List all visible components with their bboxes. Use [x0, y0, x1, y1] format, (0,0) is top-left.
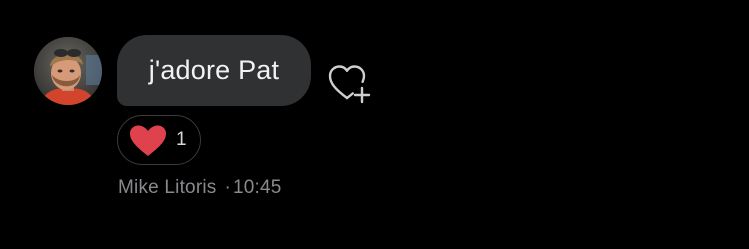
- avatar-photo: [34, 37, 102, 105]
- message-row: j'adore Pat 1 Mike Litoris · 10:45: [0, 0, 749, 249]
- heart-plus-icon: [328, 65, 371, 104]
- sender-name[interactable]: Mike Litoris: [118, 177, 216, 198]
- reaction-count: 1: [176, 129, 187, 150]
- message-time: 10:45: [233, 177, 282, 198]
- avatar[interactable]: [34, 37, 102, 105]
- heart-reaction-pill[interactable]: 1: [117, 115, 201, 165]
- heart-icon: [130, 125, 166, 156]
- message-meta: Mike Litoris · 10:45: [118, 177, 282, 199]
- message-text: j'adore Pat: [148, 55, 280, 85]
- message-bubble[interactable]: j'adore Pat: [117, 35, 311, 106]
- meta-separator: ·: [224, 177, 232, 198]
- add-reaction-button[interactable]: [326, 62, 374, 106]
